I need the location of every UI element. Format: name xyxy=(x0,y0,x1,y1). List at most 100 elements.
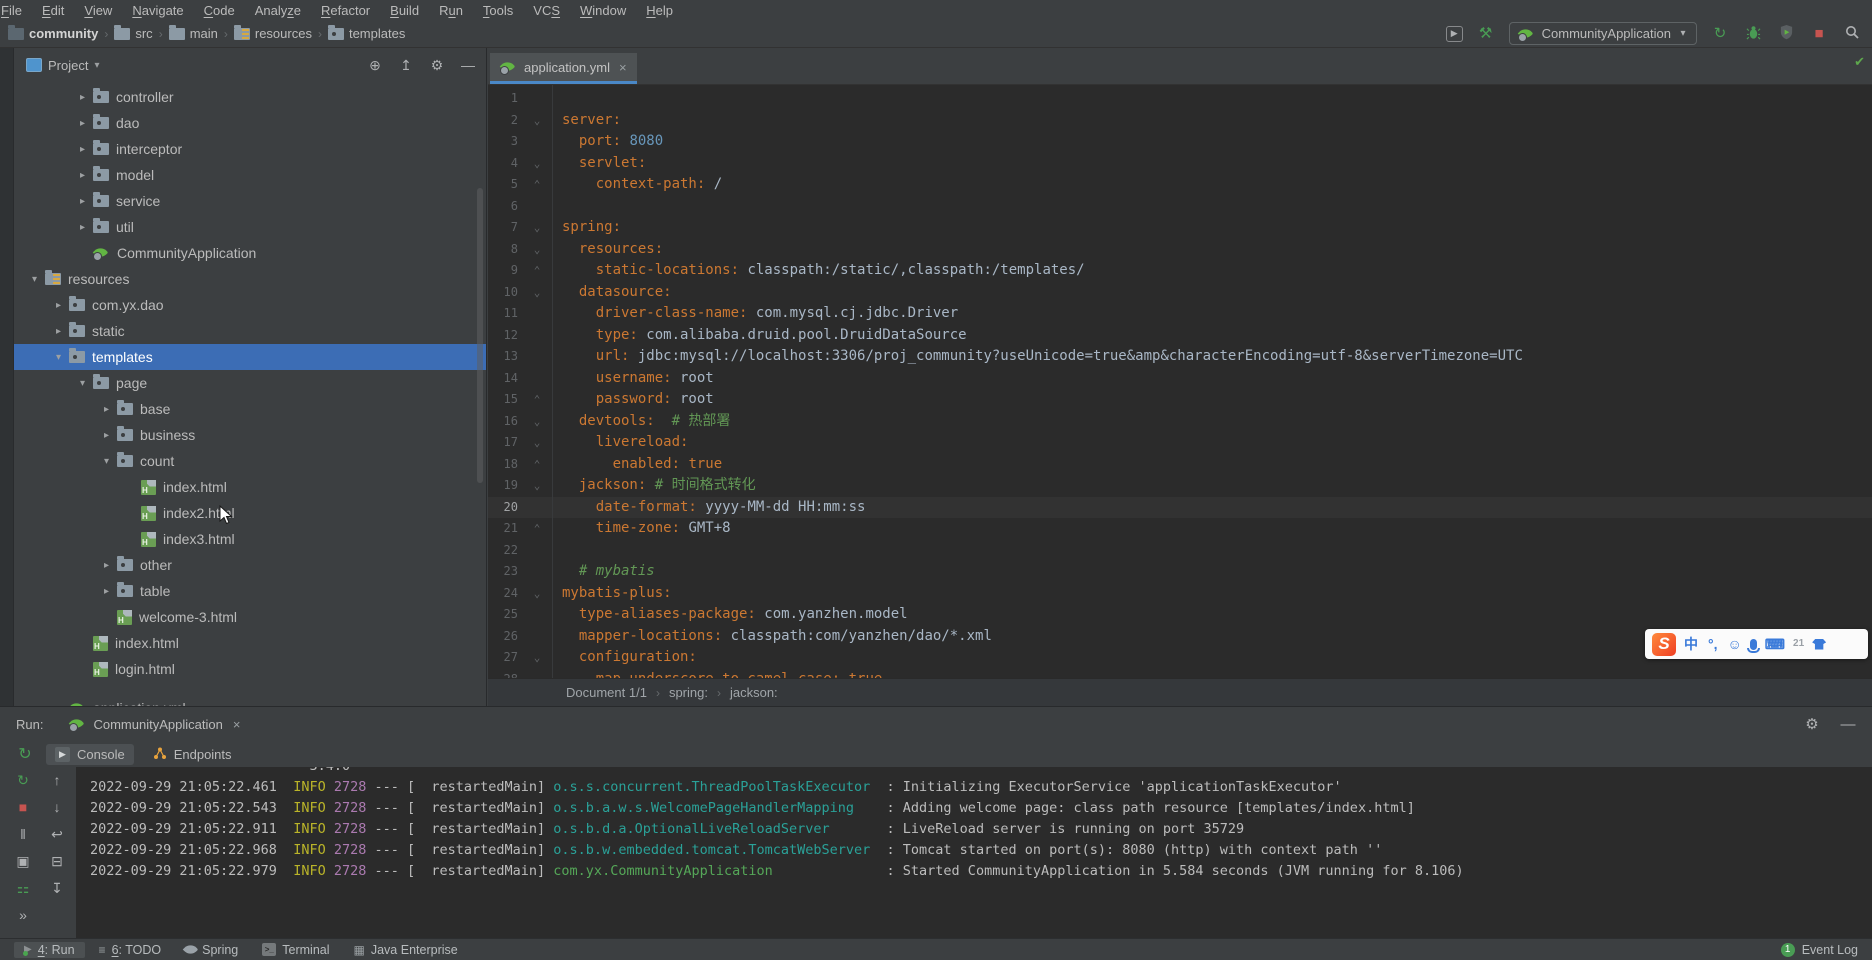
run-dashboard-button-icon[interactable]: ⚏ xyxy=(13,881,33,895)
tree-item-count[interactable]: ▾count xyxy=(14,448,486,474)
more-options-button-icon[interactable]: » xyxy=(13,908,33,922)
breadcrumb-item-main[interactable]: main xyxy=(169,26,218,41)
chevron-collapsed-icon[interactable]: ▸ xyxy=(72,144,93,155)
chevron-collapsed-icon[interactable]: ▸ xyxy=(48,300,69,311)
chevron-collapsed-icon[interactable]: ▸ xyxy=(72,118,93,129)
soft-wrap-button-icon[interactable]: ↩ xyxy=(47,827,67,841)
tree-item-static[interactable]: ▸static xyxy=(14,318,486,344)
chevron-collapsed-icon[interactable]: ▸ xyxy=(72,196,93,207)
collapse-all-button-icon[interactable]: ⊟ xyxy=(47,854,67,868)
tab-application-yml[interactable]: application.yml × xyxy=(490,53,637,84)
chevron-collapsed-icon[interactable]: ▸ xyxy=(72,170,93,181)
run-content-tab[interactable]: CommunityApplication × xyxy=(69,716,240,732)
fold-marker-icon[interactable]: ⌄ xyxy=(522,153,552,175)
emoji-icon[interactable]: ☺ xyxy=(1728,637,1742,651)
menu-item-navigate[interactable]: Navigate xyxy=(122,2,193,19)
fold-marker-icon[interactable]: ⌄ xyxy=(522,432,552,454)
fold-marker-icon[interactable]: ⌃ xyxy=(522,174,552,196)
tab-endpoints[interactable]: Endpoints xyxy=(144,743,241,766)
fold-marker-icon[interactable]: ⌃ xyxy=(522,518,552,540)
doc-breadcrumb-item-jackson[interactable]: jackson: xyxy=(730,685,778,700)
close-icon[interactable]: × xyxy=(619,60,627,75)
tree-item-table[interactable]: ▸table xyxy=(14,578,486,604)
status-item-4-run[interactable]: ▶4: Run xyxy=(14,942,85,958)
menu-item-build[interactable]: Build xyxy=(380,2,429,19)
tree-item-index3-html[interactable]: index3.html xyxy=(14,526,486,552)
chevron-collapsed-icon[interactable]: ▸ xyxy=(72,92,93,103)
chinese-mode-icon[interactable]: 中 xyxy=(1684,637,1698,651)
doc-breadcrumb-item-spring[interactable]: spring: xyxy=(669,685,708,700)
run-configuration-select[interactable]: CommunityApplication ▾ xyxy=(1509,22,1697,45)
fold-marker-icon[interactable]: ⌄ xyxy=(522,110,552,132)
status-item-terminal[interactable]: >_Terminal xyxy=(252,942,339,958)
tree-item-business[interactable]: ▸business xyxy=(14,422,486,448)
console-output[interactable]: 3.4.02022-09-29 21:05:22.461 INFO 2728 -… xyxy=(76,767,1872,938)
inspections-ok-icon[interactable]: ✔ xyxy=(1854,54,1865,70)
gear-icon[interactable]: ⚙ xyxy=(1802,717,1822,732)
fold-marker-icon[interactable]: ⌃ xyxy=(522,260,552,282)
debug-bug-icon[interactable] xyxy=(1743,25,1763,43)
down-the-stack-trace-button-icon[interactable]: ↓ xyxy=(47,800,67,814)
breadcrumb-item-resources[interactable]: resources xyxy=(234,26,312,41)
editor-code[interactable]: 12⌄server:3 port: 80804⌄ servlet:5⌃ cont… xyxy=(488,85,1872,678)
fold-marker-icon[interactable]: ⌄ xyxy=(522,282,552,304)
menu-item-analyze[interactable]: Analyze xyxy=(245,2,311,19)
tree-item-page[interactable]: ▾page xyxy=(14,370,486,396)
menu-item-view[interactable]: View xyxy=(74,2,122,19)
breadcrumb-item-templates[interactable]: templates xyxy=(328,26,405,41)
locate-file-icon[interactable]: ⊕ xyxy=(367,58,383,72)
chevron-collapsed-icon[interactable]: ▸ xyxy=(96,404,117,415)
tree-item-other[interactable]: ▸other xyxy=(14,552,486,578)
tree-item-interceptor[interactable]: ▸interceptor xyxy=(14,136,486,162)
tree-item-communityapplication[interactable]: CommunityApplication xyxy=(14,240,486,266)
run-tool-window-icon[interactable]: ▶ xyxy=(1446,26,1463,42)
fold-marker-icon[interactable]: ⌄ xyxy=(522,239,552,261)
skin-tshirt-icon[interactable] xyxy=(1812,639,1826,650)
tree-item-index2-html[interactable]: index2.html xyxy=(14,500,486,526)
punctuation-icon[interactable]: °, xyxy=(1708,637,1718,651)
tree-item-dao[interactable]: ▸dao xyxy=(14,110,486,136)
scroll-to-end-button-icon[interactable]: ↧ xyxy=(47,881,67,895)
search-icon[interactable] xyxy=(1842,24,1862,43)
fold-marker-icon[interactable]: ⌄ xyxy=(522,583,552,605)
menu-item-run[interactable]: Run xyxy=(429,2,473,19)
tree-item-controller[interactable]: ▸controller xyxy=(14,84,486,110)
tree-item-application-yml[interactable]: application.yml xyxy=(14,695,486,706)
chevron-expanded-icon[interactable]: ▾ xyxy=(72,378,93,389)
tree-item-com-yx-dao[interactable]: ▸com.yx.dao xyxy=(14,292,486,318)
fold-marker-icon[interactable]: ⌃ xyxy=(522,389,552,411)
rerun-button-icon[interactable]: ↻ xyxy=(13,773,33,787)
stop-icon[interactable]: ■ xyxy=(1809,26,1829,41)
event-log-widget[interactable]: 1 Event Log xyxy=(1781,943,1858,957)
up-the-stack-trace-button-icon[interactable]: ↑ xyxy=(47,773,67,787)
chevron-collapsed-icon[interactable]: ▸ xyxy=(96,586,117,597)
stop-button-icon[interactable]: ■ xyxy=(13,800,33,814)
chevron-expanded-icon[interactable]: ▾ xyxy=(48,352,69,363)
gear-icon[interactable]: ⚙ xyxy=(429,58,445,72)
project-view-select[interactable]: Project ▾ xyxy=(26,58,100,73)
person-icon[interactable]: 21 xyxy=(1793,639,1804,649)
hide-panel-icon[interactable]: — xyxy=(460,58,476,72)
menu-item-help[interactable]: Help xyxy=(636,2,683,19)
menu-item-tools[interactable]: Tools xyxy=(473,2,523,19)
tree-item-login-html[interactable]: login.html xyxy=(14,656,486,682)
breadcrumb-item-src[interactable]: src xyxy=(114,26,152,41)
fold-marker-icon[interactable]: ⌃ xyxy=(522,454,552,476)
tree-item-util[interactable]: ▸util xyxy=(14,214,486,240)
rerun-icon[interactable]: ↻ xyxy=(14,744,36,764)
fold-marker-icon[interactable]: ⌄ xyxy=(522,411,552,433)
tree-scrollbar[interactable] xyxy=(477,188,483,483)
menu-item-window[interactable]: Window xyxy=(570,2,636,19)
chevron-collapsed-icon[interactable]: ▸ xyxy=(48,326,69,337)
fold-marker-icon[interactable]: ⌄ xyxy=(522,647,552,669)
menu-item-code[interactable]: Code xyxy=(194,2,245,19)
tree-item-model[interactable]: ▸model xyxy=(14,162,486,188)
tab-console[interactable]: ▶Console xyxy=(46,744,134,765)
screenshot-button-icon[interactable]: ▣ xyxy=(13,854,33,868)
chevron-expanded-icon[interactable]: ▾ xyxy=(96,456,117,467)
chevron-collapsed-icon[interactable]: ▸ xyxy=(72,222,93,233)
chevron-expanded-icon[interactable]: ▾ xyxy=(24,274,45,285)
fold-marker-icon[interactable]: ⌄ xyxy=(522,475,552,497)
tree-item-welcome-3-html[interactable]: welcome-3.html xyxy=(14,604,486,630)
menu-item-edit[interactable]: Edit xyxy=(32,2,74,19)
